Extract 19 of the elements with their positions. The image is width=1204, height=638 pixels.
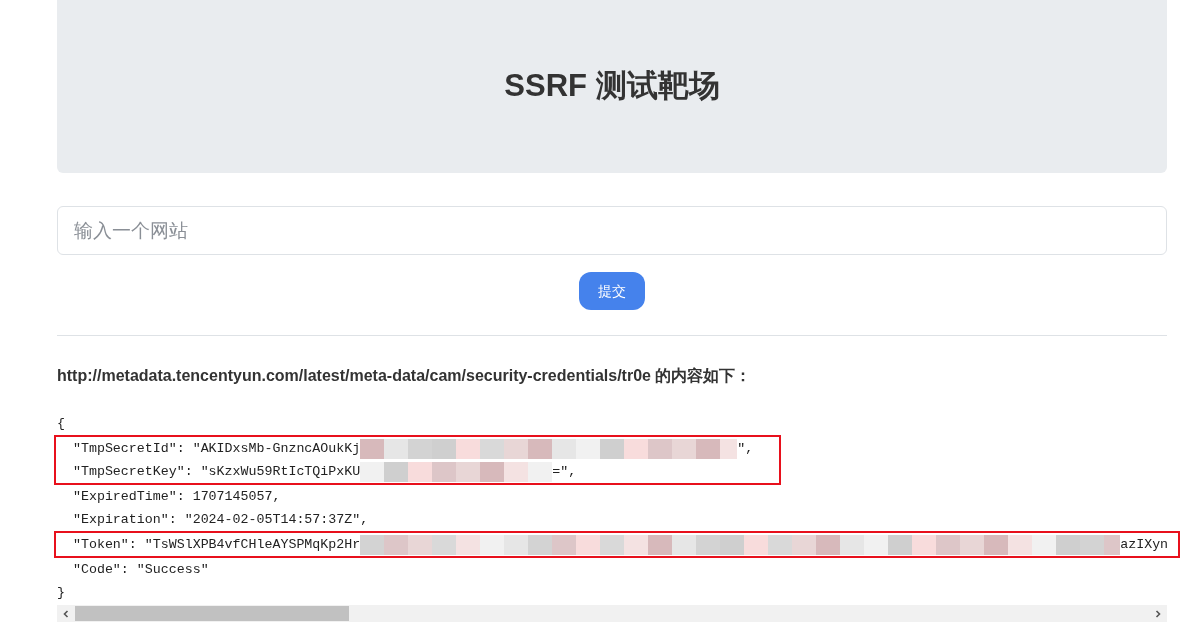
code-line: "TmpSecretKey": "sKzxWu59RtIcTQiPxKU (71, 462, 361, 481)
scroll-left-icon[interactable] (61, 608, 71, 619)
url-input-field[interactable]: 输入一个网站 (57, 206, 1167, 255)
code-line: "TmpSecretId": "AKIDxsMb-GnzncAOukKj (71, 439, 361, 458)
code-line: azIXyn (1120, 535, 1169, 554)
horizontal-scrollbar[interactable] (57, 605, 1167, 622)
result-heading: http://metadata.tencentyun.com/latest/meta-data/cam/security-credentials/tr0e 的内容如下： (57, 366, 753, 386)
scrollbar-thumb[interactable] (75, 606, 349, 621)
page-title: SSRF 测试靶场 (504, 67, 720, 106)
code-line: =", (552, 462, 577, 481)
code-line: { (57, 414, 65, 433)
code-line: "ExpiredTime": 1707145057, (71, 487, 281, 506)
scroll-right-icon[interactable] (1153, 608, 1163, 619)
code-line: "Expiration": "2024-02-05T14:57:37Z", (71, 510, 369, 529)
code-line: "Code": "Success" (71, 560, 209, 579)
code-line: ", (737, 439, 754, 458)
code-line: "Token": "TsWSlXPB4vfCHleAYSPMqKp2Hr (71, 535, 361, 554)
code-line: } (57, 583, 65, 602)
submit-button[interactable]: 提交 (579, 272, 645, 310)
